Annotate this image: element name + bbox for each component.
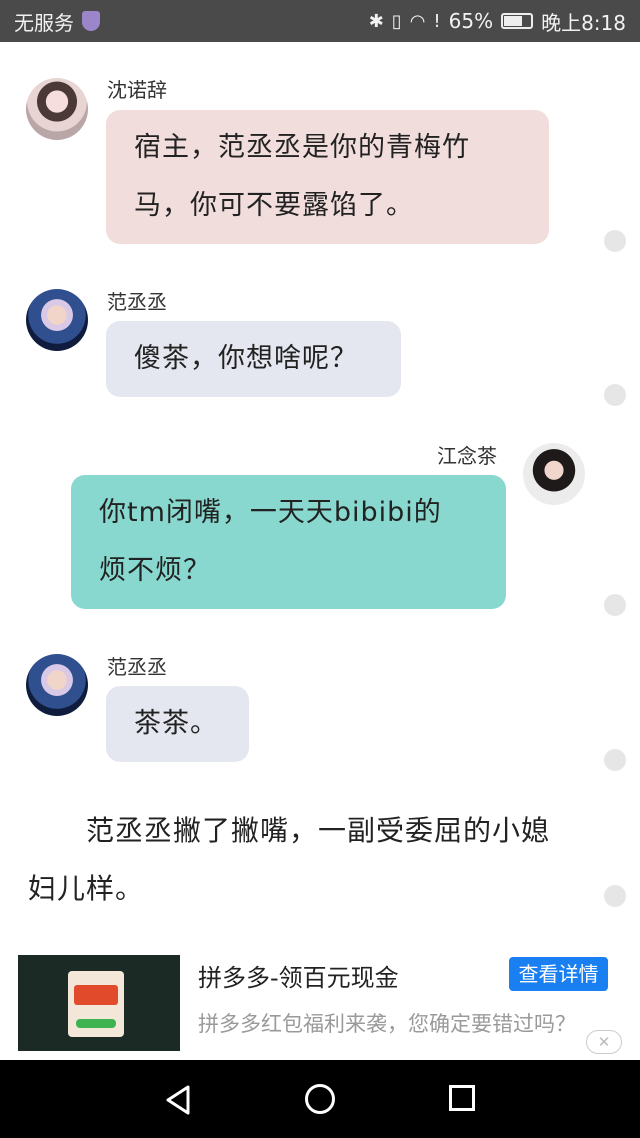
message-bubble[interactable]: 傻茶，你想啥呢？ [106, 321, 401, 397]
alert-icon: ! [433, 10, 441, 32]
boy-avatar-blonde[interactable] [26, 289, 88, 351]
narration-paragraph: 范丞丞撇了撇嘴，一副受委屈的小媳 妇儿样。 [28, 802, 608, 918]
bluetooth-icon: ✱ [368, 10, 384, 32]
ad-description[interactable]: 拼多多红包福利来袭，您确定要错过吗？ [198, 1008, 576, 1038]
sender-name: 范丞丞 [107, 655, 167, 679]
ad-image[interactable] [18, 955, 180, 1051]
message-bubble[interactable]: 宿主，范丞丞是你的青梅竹 马，你可不要露馅了。 [106, 110, 549, 244]
sender-name: 江念茶 [437, 444, 497, 468]
comment-dot-icon[interactable] [604, 230, 626, 252]
recent-apps-icon[interactable] [449, 1085, 475, 1111]
message-line: 马，你可不要露馅了。 [134, 190, 414, 221]
vibrate-icon: ▯ [391, 10, 402, 32]
sender-name: 沈诺辞 [107, 78, 167, 102]
back-icon[interactable] [164, 1084, 192, 1116]
boy-avatar-blonde[interactable] [26, 654, 88, 716]
ad-close-icon[interactable]: ✕ [586, 1030, 622, 1054]
comment-dot-icon[interactable] [604, 594, 626, 616]
narration-line: 妇儿样。 [28, 872, 145, 905]
wifi-icon: ◠ [409, 10, 426, 32]
girl-avatar-pink[interactable] [26, 78, 88, 140]
comment-dot-icon[interactable] [604, 384, 626, 406]
battery-icon [501, 13, 534, 29]
message-line: 茶茶。 [134, 708, 218, 739]
red-envelope-graphic [74, 985, 118, 1005]
shield-icon [82, 11, 100, 31]
home-icon[interactable] [305, 1084, 335, 1114]
status-bar: 无服务 ✱ ▯ ◠ ! 65% 晚上8:18 [0, 0, 640, 42]
sender-name: 范丞丞 [107, 290, 167, 314]
navigation-bar [0, 1060, 640, 1138]
ad-title[interactable]: 拼多多-领百元现金 [198, 958, 399, 993]
comment-dot-icon[interactable] [604, 749, 626, 771]
message-line: 宿主，范丞丞是你的青梅竹 [134, 132, 470, 163]
comment-dot-icon[interactable] [604, 885, 626, 907]
message-bubble[interactable]: 你tm闭嘴，一天天bibibi的 烦不烦？ [71, 475, 506, 609]
message-bubble[interactable]: 茶茶。 [106, 686, 249, 762]
clock: 晚上8:18 [541, 10, 626, 35]
message-line: 烦不烦？ [99, 555, 211, 586]
girl-avatar-dark-hair[interactable] [523, 443, 585, 505]
message-line: 傻茶，你想啥呢？ [134, 343, 358, 374]
ad-details-button[interactable]: 查看详情 [509, 957, 608, 991]
narration-line: 范丞丞撇了撇嘴，一副受委屈的小媳 [28, 814, 551, 847]
battery-percent: 65% [448, 9, 494, 33]
message-line: 你tm闭嘴，一天天bibibi的 [99, 497, 442, 528]
carrier-label: 无服务 [14, 10, 74, 35]
green-button-graphic [76, 1019, 116, 1028]
